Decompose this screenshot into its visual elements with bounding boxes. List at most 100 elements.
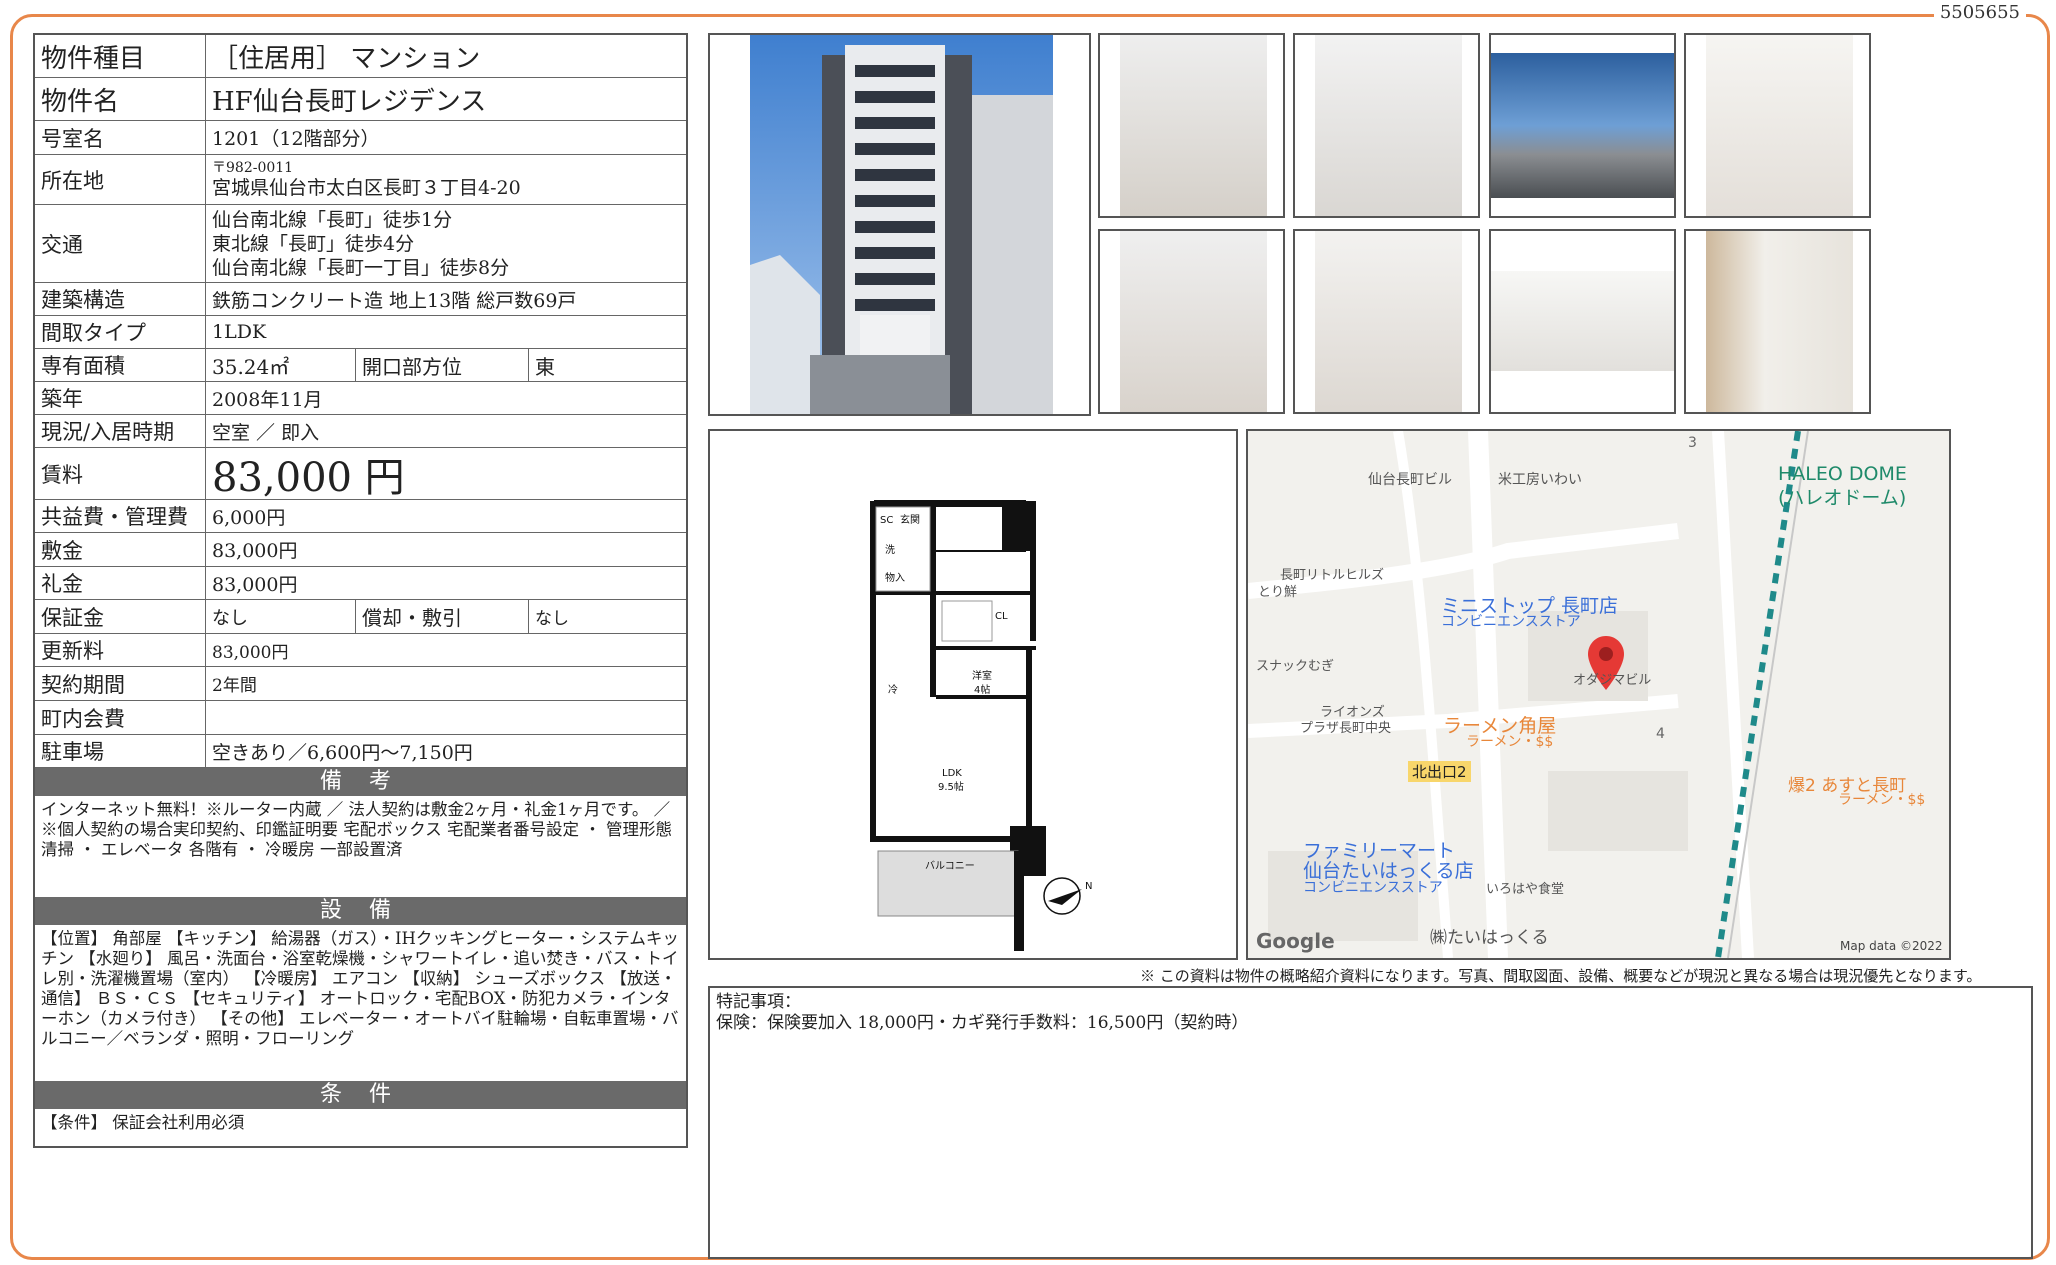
map-label: HALEO DOME — [1778, 463, 1907, 485]
value-term: 2年間 — [212, 676, 257, 696]
row-area: 専有面積 35.24㎡ 開口部方位 東 — [35, 349, 686, 382]
map-block-number: 4 — [1656, 726, 1665, 742]
label-access: 交通 — [35, 205, 206, 282]
view-photo — [1489, 33, 1676, 218]
row-parking: 駐車場 空きあり／6,600円～7,150円 — [35, 735, 686, 768]
label-association: 町内会費 — [35, 701, 206, 734]
row-name: 物件名 HF仙台長町レジデンス — [35, 78, 686, 121]
value-direction: 東 — [535, 354, 555, 379]
value-association — [206, 701, 686, 734]
row-layout: 間取タイプ 1LDK — [35, 316, 686, 349]
label-keymoney: 礼金 — [35, 567, 206, 599]
row-address: 所在地 〒982-0011 宮城県仙台市太白区長町３丁目4-20 — [35, 155, 686, 205]
map-label: プラザ長町中央 — [1300, 721, 1392, 736]
room-photo-fill — [1315, 35, 1462, 216]
plan-label: 9.5帖 — [938, 780, 964, 793]
map-label: スナックむぎ — [1256, 659, 1335, 674]
document-id: 5505655 — [1933, 2, 2026, 23]
row-status: 現況/入居時期 空室 ／ 即入 — [35, 415, 686, 448]
washroom-photo-fill — [1315, 231, 1462, 412]
label-layout: 間取タイプ — [35, 316, 206, 348]
plan-label: 洗 — [885, 544, 895, 556]
toilet-photo-fill — [1120, 231, 1267, 412]
row-deposit: 敷金 83,000円 — [35, 533, 686, 567]
access-line: 仙台南北線「長町一丁目」徒歩8分 — [212, 256, 510, 279]
plan-label: 玄関 — [900, 513, 920, 526]
floor-plan-drawing: SC 玄関 洗 物入 CL 洋室 4帖 冷 LDK 9.5帖 バルコニー N — [870, 500, 1092, 951]
area-cells: 35.24㎡ 開口部方位 東 — [206, 349, 686, 381]
remarks-title: 特記事項： — [716, 992, 801, 1012]
label-direction: 開口部方位 — [356, 349, 529, 381]
map-label: とり鮮 — [1258, 585, 1298, 600]
access-line: 仙台南北線「長町」徒歩1分 — [212, 208, 453, 231]
row-renewal: 更新料 83,000円 — [35, 634, 686, 667]
bath-photo-fill — [1491, 271, 1674, 371]
value-parking: 空きあり／6,600円～7,150円 — [212, 741, 473, 764]
map-attribution: Map data ©2022 — [1840, 939, 1943, 953]
row-association: 町内会費 — [35, 701, 686, 735]
exit-sign: 北出口2 — [1408, 761, 1471, 782]
compass-icon — [1043, 877, 1082, 915]
floor-plan: SC 玄関 洗 物入 CL 洋室 4帖 冷 LDK 9.5帖 バルコニー N — [708, 429, 1238, 960]
value-structure: 鉄筋コンクリート造 地上13階 総戸数69戸 — [212, 289, 577, 312]
plan-label: バルコニー — [925, 860, 975, 872]
row-built: 築年 2008年11月 — [35, 382, 686, 415]
map-label: いろはや食堂 — [1486, 882, 1565, 897]
room-photo — [1293, 33, 1480, 218]
label-room: 号室名 — [35, 121, 206, 154]
value-keymoney: 83,000円 — [212, 573, 298, 596]
view-photo-fill — [1491, 53, 1674, 198]
compass-north: N — [1085, 881, 1092, 892]
label-term: 契約期間 — [35, 667, 206, 700]
plan-label: LDK — [942, 768, 962, 779]
toilet-photo — [1098, 229, 1285, 414]
biko-text: インターネット無料！※ルーター内蔵 ／ 法人契約は敷金2ヶ月・礼金1ヶ月です。 … — [41, 800, 672, 859]
label-type: 物件種目 — [35, 35, 206, 77]
value-built: 2008年11月 — [212, 388, 323, 411]
value-name: HF仙台長町レジデンス — [212, 86, 487, 117]
label-name: 物件名 — [35, 78, 206, 120]
closet-photo-fill — [1706, 231, 1853, 412]
row-rent: 賃料 83,000 円 — [35, 448, 686, 501]
value-rent: 83,000 円 — [212, 454, 405, 501]
access-line: 東北線「長町」徒歩4分 — [212, 232, 415, 255]
special-remarks: 特記事項： 保険：保険要加入 18,000円・カギ発行手数料：16,500円（契… — [708, 986, 2033, 1259]
value-status: 空室 ／ 即入 — [212, 421, 320, 444]
map-label: 仙台長町ビル — [1368, 472, 1452, 488]
property-spec-table: 物件種目 ［住居用］ マンション 物件名 HF仙台長町レジデンス 号室名 120… — [33, 33, 688, 1148]
room-photo-fill — [1120, 35, 1267, 216]
label-fee: 共益費・管理費 — [35, 500, 206, 532]
setsubi-header: 設 備 — [35, 897, 686, 925]
postal-code: 〒982-0011 — [212, 159, 294, 176]
value-renewal: 83,000円 — [212, 642, 289, 663]
value-layout: 1LDK — [212, 321, 267, 343]
row-structure: 建築構造 鉄筋コンクリート造 地上13階 総戸数69戸 — [35, 283, 686, 316]
value-deposit: 83,000円 — [212, 540, 298, 562]
biko-header: 備 考 — [35, 768, 686, 796]
value-area: 35.24㎡ — [206, 349, 356, 381]
google-logo: Google — [1256, 929, 1335, 953]
remarks-text: 保険：保険要加入 18,000円・カギ発行手数料：16,500円（契約時） — [716, 1013, 1249, 1033]
label-address: 所在地 — [35, 155, 206, 204]
map-label: 米工房いわい — [1498, 472, 1582, 488]
map-block-number: 3 — [1688, 435, 1697, 451]
value-fee: 6,000円 — [212, 506, 286, 529]
value-address-block: 〒982-0011 宮城県仙台市太白区長町３丁目4-20 — [206, 155, 686, 204]
map-label: ラーメン・$$ — [1838, 792, 1926, 808]
label-built: 築年 — [35, 382, 206, 414]
bath-photo — [1489, 229, 1676, 414]
kitchen-photo — [1684, 33, 1871, 218]
label-status: 現況/入居時期 — [35, 415, 206, 447]
address: 宮城県仙台市太白区長町３丁目4-20 — [212, 176, 521, 199]
map-label: コンビニエンスストア — [1441, 614, 1581, 630]
washroom-photo — [1293, 229, 1480, 414]
label-rent: 賃料 — [35, 448, 206, 499]
row-term: 契約期間 2年間 — [35, 667, 686, 701]
label-area: 専有面積 — [35, 349, 206, 381]
kitchen-photo-fill — [1706, 35, 1853, 216]
value-guarantee: なし — [206, 600, 356, 633]
value-access: 仙台南北線「長町」徒歩1分 東北線「長町」徒歩4分 仙台南北線「長町一丁目」徒歩… — [206, 205, 686, 282]
building-illustration — [750, 35, 1053, 414]
location-map[interactable]: 仙台長町ビル 米工房いわい HALEO DOME (ハレオドーム) 長町リトルヒ… — [1246, 429, 1951, 960]
plan-label: CL — [995, 611, 1008, 622]
